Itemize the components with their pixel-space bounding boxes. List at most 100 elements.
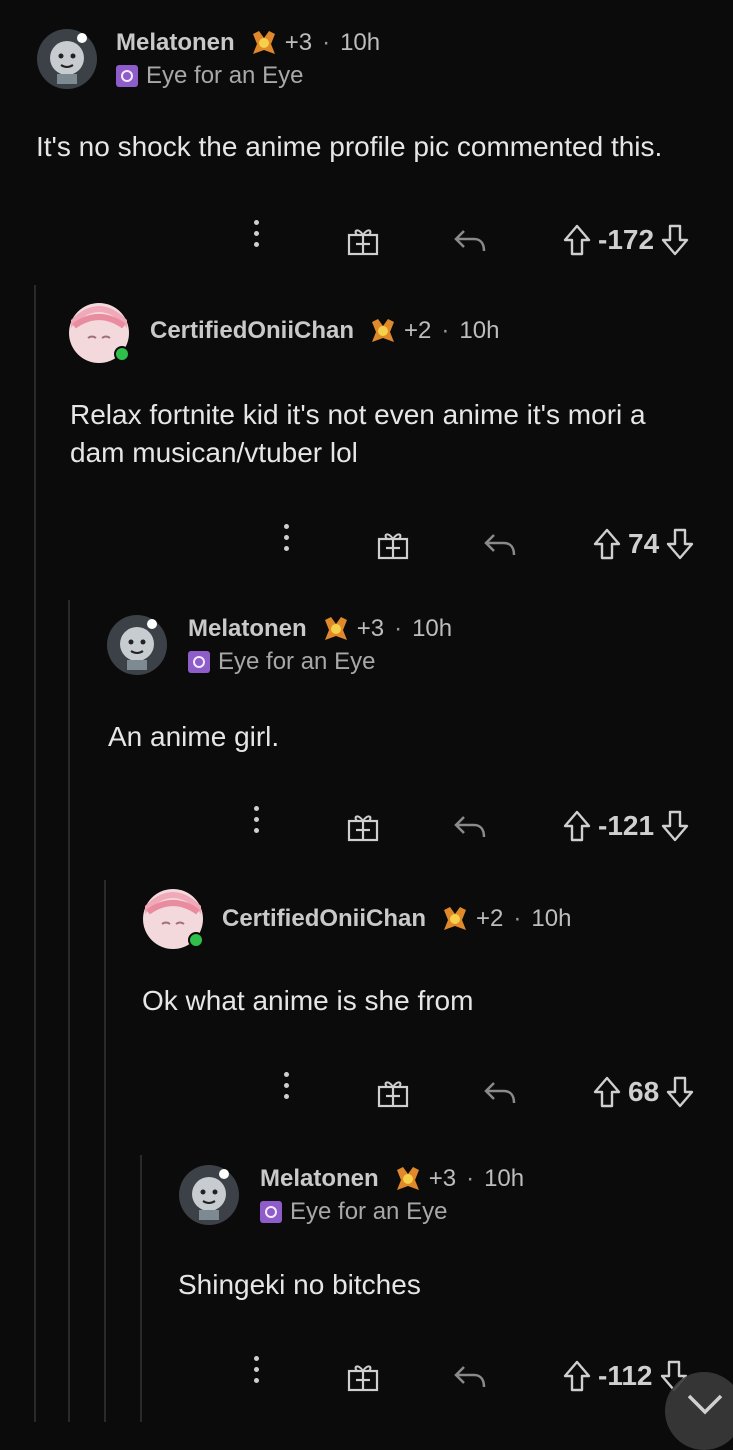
flair-icon (188, 651, 210, 673)
online-status-dot (114, 346, 130, 362)
upvote-arrow-icon[interactable] (562, 1359, 592, 1393)
timestamp: 10h (340, 29, 381, 56)
thread-line-level-3 (104, 880, 106, 1422)
comment-actions: 74 (0, 524, 733, 564)
reply-arrow-icon[interactable] (482, 1072, 518, 1112)
gift-award-icon[interactable] (376, 524, 410, 564)
gift-award-icon[interactable] (346, 220, 380, 260)
comment-body-line: It's no shock the anime profile pic comm… (36, 131, 663, 162)
downvote-arrow-icon[interactable] (665, 527, 695, 561)
thread-line-level-2 (68, 600, 70, 1422)
award-icon (393, 1164, 423, 1194)
upvote-arrow-icon[interactable] (562, 809, 592, 843)
user-flair: Eye for an Eye (116, 62, 303, 90)
comment-actions: -112 (0, 1356, 733, 1396)
more-options-icon[interactable] (252, 806, 260, 846)
comment-body: Shingeki no bitches (178, 1266, 421, 1304)
comment-header: CertifiedOniiChan +2 · 10h (222, 904, 571, 934)
scroll-down-button[interactable] (665, 1372, 733, 1450)
comment-header: Melatonen +3 · 10h (188, 614, 452, 644)
more-options-icon[interactable] (252, 220, 260, 260)
award-icon (321, 614, 351, 644)
award-icon (249, 28, 279, 58)
timestamp: 10h (531, 905, 572, 932)
comment-body-line: Ok what anime is she from (142, 985, 474, 1016)
timestamp: 10h (412, 615, 453, 642)
thread-line-level-1 (34, 285, 36, 1422)
downvote-arrow-icon[interactable] (665, 1075, 695, 1109)
karma: +2 (476, 905, 504, 932)
gift-award-icon[interactable] (346, 806, 380, 846)
comment-body: It's no shock the anime profile pic comm… (36, 128, 662, 166)
vote-score: -121 (598, 810, 655, 841)
timestamp: 10h (484, 1165, 525, 1192)
username[interactable]: Melatonen (260, 1165, 379, 1193)
vote-score: 68 (628, 1076, 660, 1107)
vote-controls: -121 (562, 806, 690, 846)
timestamp: 10h (459, 317, 500, 344)
vote-score: 74 (628, 528, 660, 559)
vote-score: -112 (598, 1360, 653, 1391)
award-icon (368, 316, 398, 346)
comment-body: Relax fortnite kid it's not even anime i… (70, 396, 646, 472)
comment-header: CertifiedOniiChan +2 · 10h (150, 316, 499, 346)
comment-body-line: Relax fortnite kid it's not even anime i… (70, 399, 646, 430)
flair-icon (116, 65, 138, 87)
username[interactable]: CertifiedOniiChan (222, 905, 426, 933)
karma: +3 (428, 1165, 457, 1192)
comment-actions: -121 (0, 806, 733, 846)
vote-controls: 68 (592, 1072, 695, 1112)
vote-controls: -172 (562, 220, 690, 260)
karma: +2 (404, 317, 432, 344)
reply-arrow-icon[interactable] (452, 806, 488, 846)
separator: · (466, 1165, 475, 1192)
comment-header: Melatonen +3 · 10h (116, 28, 380, 58)
flair-text: Eye for an Eye (290, 1198, 448, 1225)
karma: +3 (284, 29, 313, 56)
flair-text: Eye for an Eye (218, 648, 376, 675)
reply-arrow-icon[interactable] (452, 220, 488, 260)
comment-body: An anime girl. (108, 718, 279, 756)
avatar[interactable] (68, 302, 130, 364)
username[interactable]: Melatonen (116, 29, 235, 57)
downvote-arrow-icon[interactable] (660, 223, 690, 257)
user-flair: Eye for an Eye (188, 648, 375, 676)
gift-award-icon[interactable] (376, 1072, 410, 1112)
more-options-icon[interactable] (282, 1072, 290, 1112)
separator: · (513, 905, 522, 932)
comment-body-line: Shingeki no bitches (178, 1269, 421, 1300)
upvote-arrow-icon[interactable] (592, 1075, 622, 1109)
avatar[interactable] (106, 614, 168, 676)
separator: · (394, 615, 403, 642)
reply-arrow-icon[interactable] (452, 1356, 488, 1396)
more-options-icon[interactable] (282, 524, 290, 564)
gift-award-icon[interactable] (346, 1356, 380, 1396)
comment-body-line: An anime girl. (108, 721, 280, 752)
comment-actions: -172 (0, 220, 733, 260)
separator: · (441, 317, 450, 344)
avatar[interactable] (142, 888, 204, 950)
vote-score: -172 (598, 224, 655, 255)
avatar[interactable] (178, 1164, 240, 1226)
reply-arrow-icon[interactable] (482, 524, 518, 564)
upvote-arrow-icon[interactable] (592, 527, 622, 561)
username[interactable]: CertifiedOniiChan (150, 317, 354, 345)
separator: · (322, 29, 331, 56)
username[interactable]: Melatonen (188, 615, 307, 643)
karma: +3 (356, 615, 385, 642)
comment-body: Ok what anime is she from (142, 982, 473, 1020)
vote-controls: 74 (592, 524, 695, 564)
flair-icon (260, 1201, 282, 1223)
comment-body-line: dam musican/vtuber lol (70, 437, 358, 468)
award-icon (440, 904, 470, 934)
flair-text: Eye for an Eye (146, 62, 304, 89)
user-flair: Eye for an Eye (260, 1198, 447, 1226)
vote-controls: -112 (562, 1356, 689, 1396)
online-status-dot (188, 932, 204, 948)
comment-header: Melatonen +3 · 10h (260, 1164, 524, 1194)
downvote-arrow-icon[interactable] (660, 809, 690, 843)
avatar[interactable] (36, 28, 98, 90)
more-options-icon[interactable] (252, 1356, 260, 1396)
chevron-down-icon (687, 1394, 723, 1415)
upvote-arrow-icon[interactable] (562, 223, 592, 257)
